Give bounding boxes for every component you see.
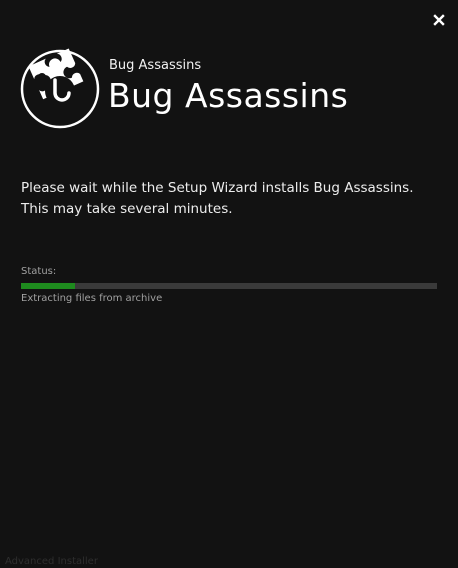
progress-bar: [21, 283, 437, 289]
app-name-small: Bug Assassins: [109, 58, 202, 73]
close-button[interactable]: [432, 12, 446, 26]
status-label: Status:: [21, 266, 57, 277]
app-logo: [19, 43, 101, 129]
progress-bar-fill: [21, 283, 76, 289]
install-message: Please wait while the Setup Wizard insta…: [21, 180, 414, 217]
footer-label: Advanced Installer: [5, 556, 98, 567]
puzzle-piece-icon: [20, 48, 100, 129]
close-icon: [433, 14, 445, 26]
app-name-title: Bug Assassins: [108, 76, 349, 115]
status-text: Extracting files from archive: [21, 293, 163, 304]
